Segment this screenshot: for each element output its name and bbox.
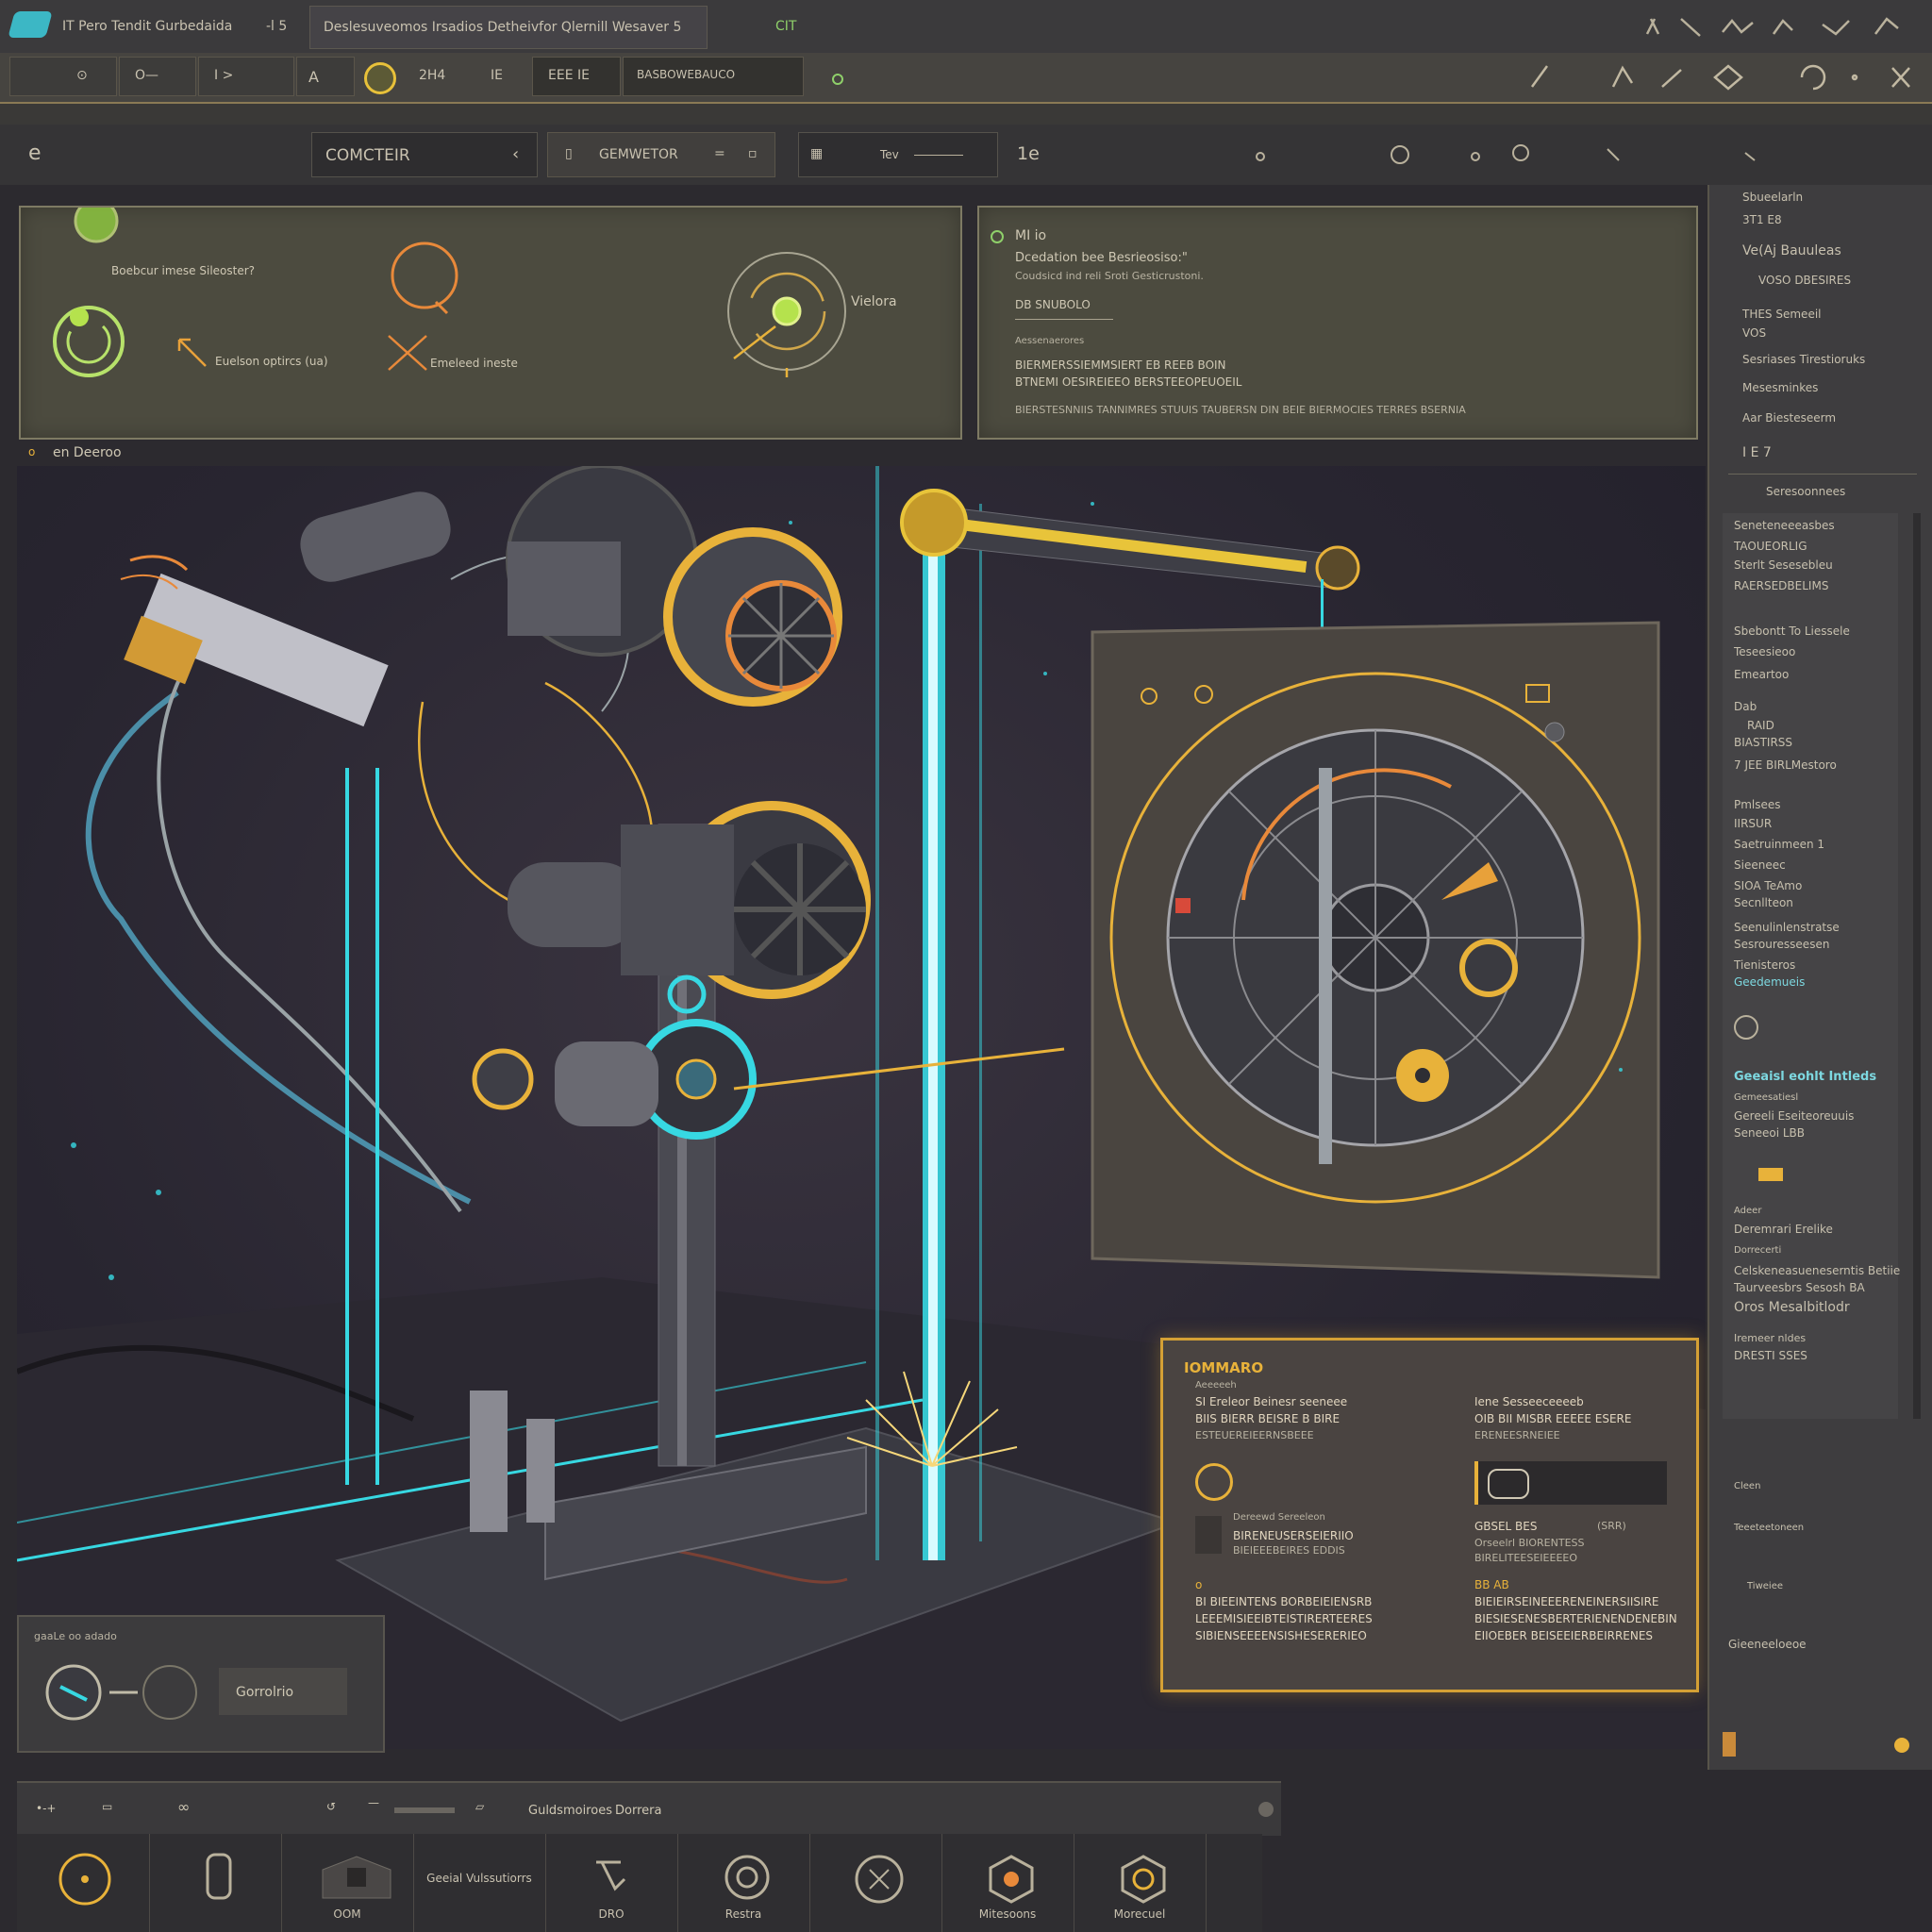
mini-window-button[interactable]: Gorrolrio [219, 1668, 347, 1715]
panel-label-3: Emeleed ineste [430, 357, 518, 370]
toolbar-btn-eee[interactable]: EEE IE [532, 57, 621, 96]
info-section: DB SNUBOLO [1015, 298, 1091, 311]
menu-bar: e COMCTEIR ‹ ▯ GEMWETOR = ▫ ▦ Tev 1e [0, 125, 1932, 185]
close-dot-icon[interactable] [1258, 1802, 1274, 1817]
accent-dot-icon[interactable] [1894, 1738, 1909, 1753]
toolbar-right-tools-icon[interactable] [1519, 58, 1924, 96]
properties-panel: Sbueelarln 3T1 E8 Ve(Aj Bauuleas VOSO DB… [1707, 185, 1932, 1770]
viewport-status-icon: o [28, 445, 36, 458]
plate-icon [322, 1856, 391, 1899]
scene-icon[interactable]: ▭ [102, 1800, 112, 1813]
mini-window-header: gaaLe oo adado [34, 1630, 117, 1642]
app-logo-icon [8, 11, 53, 38]
window-title: Deslesuveomos Irsadios Detheivfor Qlerni… [324, 20, 682, 35]
playhead-icon[interactable]: •-+ [36, 1802, 56, 1815]
record-icon[interactable] [364, 62, 396, 94]
section-select[interactable]: COMCTEIR ‹ [311, 132, 538, 177]
generator-tab[interactable]: ▯ GEMWETOR = ▫ [547, 132, 775, 177]
tool-plate[interactable]: OOM [281, 1834, 414, 1932]
minus-icon[interactable]: — [368, 1796, 379, 1809]
doc-icon: ▯ [565, 146, 573, 161]
generator-panel: IOMMARO Aeeeeeh SI Ereleor Beinesr seene… [1160, 1338, 1699, 1692]
rotate-icon[interactable]: ↺ [326, 1800, 336, 1813]
panel-label-4: Vielora [851, 294, 897, 309]
toolbar-group-1[interactable]: ⊙ [9, 57, 117, 96]
gear-icon [1121, 1855, 1166, 1904]
top-left-panel: Boebcur imese Sileoster? Euelson optircs… [19, 206, 962, 440]
tag-outline-icon[interactable]: ▱ [475, 1800, 484, 1813]
probe-icon [596, 1860, 626, 1891]
tab-counter[interactable]: -l 5 [266, 19, 287, 34]
app-title: IT Pero Tendit Gurbedaida [62, 19, 233, 34]
viewport-header: en Deeroo [53, 445, 122, 460]
titlebar-tools-icon[interactable] [1641, 11, 1924, 42]
bookmark-icon[interactable] [1723, 1732, 1736, 1757]
status-icon [991, 230, 1004, 243]
tool-visualizations[interactable]: Geeial Vulssutiorrs [413, 1834, 546, 1932]
mini-window[interactable]: gaaLe oo adado Gorrolrio [17, 1615, 385, 1753]
tool-dro[interactable]: DRO [545, 1834, 678, 1932]
tool-morecuel[interactable]: Morecuel [1074, 1834, 1207, 1932]
status-dot-icon [832, 74, 843, 85]
toolbar-btn-a[interactable]: A [296, 57, 355, 96]
dot-icon: ⊙ [76, 68, 88, 83]
bottom-bar: •-+ ▭ ∞ ↺ — ▱ Guldsmoiroes Dorrera [17, 1781, 1281, 1836]
info-line-1: BIERMERSSIEMMSIERT EB REEB BOIN [1015, 358, 1226, 372]
tab-tag[interactable]: CIT [775, 19, 796, 34]
grid-icon: ▦ [810, 146, 824, 161]
info-subtitle: Dcedation bee Besrieosiso:" [1015, 251, 1188, 265]
generator-toggle[interactable] [1474, 1461, 1667, 1505]
menu-tools-icon[interactable] [1245, 138, 1774, 172]
bottle-icon [206, 1853, 232, 1900]
bottom-label-1: Guldsmoiroes [528, 1804, 612, 1818]
toolbar-btn-line[interactable]: O— [119, 57, 196, 96]
progress-slider[interactable] [394, 1807, 455, 1813]
toolbar-btn-ie[interactable]: IE [491, 68, 503, 83]
info-small-label: Aessenaerores [1015, 336, 1085, 346]
toolbar-btn-arrow[interactable]: I > [198, 57, 294, 96]
divider [0, 102, 1932, 126]
title-bar: IT Pero Tendit Gurbedaida -l 5 Deslesuve… [0, 0, 1932, 54]
top-right-panel: MI io Dcedation bee Besrieosiso:" Coudsi… [977, 206, 1698, 440]
tool-bottle[interactable] [149, 1834, 282, 1932]
generator-title: IOMMARO [1184, 1359, 1264, 1376]
tag-icon [1758, 1168, 1783, 1181]
toolbar: ⊙ O— I > A 2H4 IE EEE IE BASBOWEBAUCO [0, 53, 1932, 104]
generator-play-icon[interactable] [1195, 1463, 1233, 1501]
tool-mitesoons[interactable]: Mitesoons [941, 1834, 1074, 1932]
info-line-2: BTNEMI OESIREIEEO BERSTEEOPEUOEIL [1015, 375, 1242, 389]
minus-icon[interactable]: = [714, 146, 725, 161]
link-icon[interactable]: ∞ [177, 1798, 190, 1816]
chevron-left-icon[interactable]: ‹ [512, 144, 519, 164]
tool-restra[interactable]: Restra [677, 1834, 810, 1932]
field-value[interactable]: 1e [1017, 143, 1040, 164]
info-icon[interactable] [1734, 1015, 1758, 1040]
bottom-tools: OOM Geeial Vulssutiorrs DRO Restra Mites… [17, 1834, 1262, 1932]
disc-icon [855, 1855, 904, 1904]
menu-icon[interactable]: e [28, 142, 42, 165]
rotate-circle-icon [58, 1853, 111, 1906]
spiral-icon [724, 1855, 770, 1900]
toolbar-btn-2h[interactable]: 2H4 [419, 68, 445, 83]
properties-list[interactable]: Seneteneeeasbes TAOUEORLIG Sterlt Sesese… [1723, 513, 1900, 1419]
scrollbar[interactable] [1913, 513, 1921, 1419]
field-group[interactable]: ▦ Tev [798, 132, 998, 177]
gauge-icon [45, 1664, 197, 1721]
panel-label-2: Euelson optircs (ua) [215, 355, 328, 368]
window-tab[interactable]: Deslesuveomos Irsadios Detheivfor Qlerni… [309, 6, 708, 49]
square-icon[interactable]: ▫ [748, 146, 758, 161]
panel-label-1: Boebcur imese Sileoster? [111, 264, 256, 277]
info-line-3: BIERSTESNNIIS TANNIMRES STUUIS TAUBERSN … [1015, 404, 1466, 416]
icon-diagram-icon [53, 208, 846, 377]
bottom-label-2: Dorrera [615, 1804, 662, 1818]
toggle-icon [1488, 1469, 1529, 1499]
active-tool-button[interactable]: BASBOWEBAUCO [623, 57, 804, 96]
info-title: MI io [1015, 228, 1047, 243]
tool-disc[interactable] [809, 1834, 942, 1932]
hex-icon [989, 1855, 1034, 1904]
tool-rotate[interactable] [17, 1834, 150, 1932]
info-desc: Coudsicd ind reli Sroti Gesticrustoni. [1015, 270, 1204, 282]
